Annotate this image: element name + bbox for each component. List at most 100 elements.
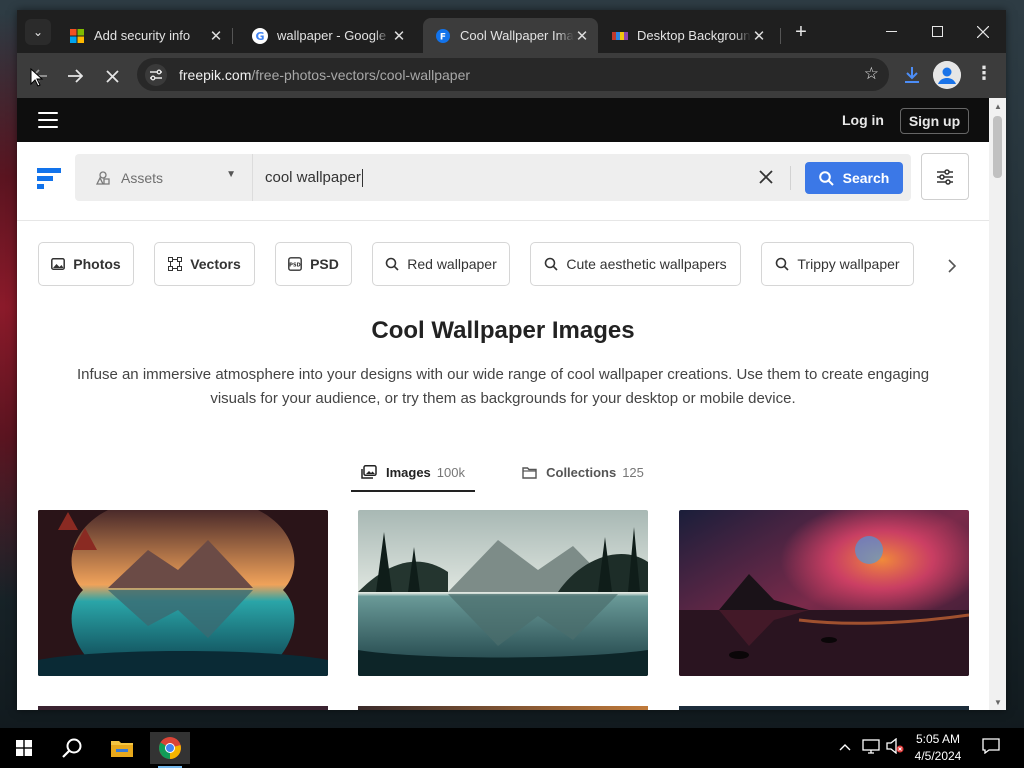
tab-divider — [780, 28, 781, 44]
tab-cool-wallpaper[interactable]: F Cool Wallpaper Images ✕ — [423, 18, 598, 53]
chip-label: Trippy wallpaper — [797, 256, 900, 272]
clear-search-icon[interactable] — [759, 166, 773, 190]
tab-title: Cool Wallpaper Images — [460, 28, 574, 43]
chip-vectors[interactable]: Vectors — [154, 242, 255, 286]
vector-icon — [168, 257, 183, 271]
images-icon — [361, 465, 377, 479]
wallpaper-thumbnail[interactable] — [38, 706, 328, 710]
tab-label: Collections — [546, 464, 617, 480]
close-window-button[interactable] — [960, 10, 1006, 53]
bookmark-star-icon[interactable]: ☆ — [864, 64, 879, 84]
maximize-button[interactable] — [914, 10, 960, 53]
close-tab-icon[interactable]: ✕ — [391, 27, 407, 45]
text-caret — [361, 169, 363, 188]
chip-label: Cute aesthetic wallpapers — [566, 256, 727, 272]
start-windows-icon[interactable] — [4, 732, 44, 764]
page-scrollbar[interactable]: ▲ ▼ — [989, 98, 1006, 710]
volume-muted-icon[interactable] — [886, 737, 904, 757]
chip-label: Red wallpaper — [407, 256, 497, 272]
search-icon — [818, 170, 834, 186]
result-tabs: Images 100k Collections 125 — [17, 453, 989, 493]
tab-title: Desktop Backgrounds — [637, 28, 751, 43]
chrome-taskbar-icon[interactable] — [150, 732, 190, 768]
tab-search-button[interactable]: ⌄ — [25, 19, 51, 45]
close-tab-icon[interactable]: ✕ — [208, 27, 224, 45]
site-info-icon[interactable] — [145, 63, 167, 86]
stop-loading-button[interactable] — [99, 63, 125, 89]
wallpaper-thumbnail[interactable] — [679, 510, 969, 676]
active-tab-underline — [351, 490, 475, 492]
clock-date: 4/5/2024 — [914, 749, 962, 763]
new-tab-button[interactable]: + — [790, 21, 812, 44]
browser-menu-icon[interactable]: ⋮ — [975, 63, 993, 84]
tab-google-search[interactable]: G wallpaper - Google Search ✕ — [240, 18, 415, 53]
search-icon — [775, 257, 789, 271]
chip-trippy-wallpaper[interactable]: Trippy wallpaper — [761, 242, 914, 286]
tab-count: 100k — [436, 464, 465, 480]
chip-psd[interactable]: PSD PSD — [275, 242, 352, 286]
forward-button[interactable] — [62, 63, 88, 89]
search-query-text: cool wallpaper — [265, 169, 361, 186]
search-divider — [790, 166, 791, 190]
wallpaper-thumbnail[interactable] — [358, 510, 648, 676]
system-clock[interactable]: 5:05 AM 4/5/2024 — [906, 731, 970, 765]
search-button-label: Search — [842, 170, 890, 186]
taskbar-search-icon[interactable] — [52, 732, 92, 764]
scroll-down-icon[interactable]: ▼ — [994, 698, 1002, 707]
google-icon: G — [252, 27, 268, 44]
wallpaper-thumbnail[interactable] — [358, 706, 648, 710]
web-page: Log in Sign up Assets ▼ cool wallpaper S… — [17, 98, 989, 710]
search-button[interactable]: Search — [805, 162, 903, 194]
svg-text:F: F — [440, 32, 446, 42]
close-tab-icon[interactable]: ✕ — [751, 27, 767, 45]
signup-button[interactable]: Sign up — [900, 108, 969, 134]
tab-strip: ⌄ Add security info ✕ G wallpaper - Goog… — [17, 10, 1006, 53]
chip-label: PSD — [310, 256, 339, 272]
tab-title: Add security info — [94, 28, 191, 43]
wallpaper-thumbnail[interactable] — [38, 510, 328, 676]
asset-type-label: Assets — [121, 169, 164, 186]
search-input[interactable]: cool wallpaper — [265, 169, 363, 188]
show-hidden-icons-chevron[interactable] — [839, 738, 851, 754]
svg-text:G: G — [255, 30, 264, 43]
minimize-button[interactable] — [868, 10, 914, 53]
tab-collections[interactable]: Collections 125 — [513, 453, 653, 491]
search-icon — [544, 257, 558, 271]
freepik-logo-icon[interactable] — [37, 166, 61, 190]
wallpaper-thumbnail[interactable] — [679, 706, 969, 710]
search-row: Assets ▼ cool wallpaper Search — [17, 142, 989, 221]
login-link[interactable]: Log in — [842, 112, 884, 128]
chevron-down-icon: ▼ — [226, 169, 236, 180]
tab-desktop-backgrounds[interactable]: Desktop Backgrounds ✕ — [600, 18, 775, 53]
filters-button[interactable] — [921, 153, 969, 200]
notifications-icon[interactable] — [982, 738, 1000, 757]
tab-add-security-info[interactable]: Add security info ✕ — [57, 18, 232, 53]
address-bar[interactable]: freepik.com/free-photos-vectors/cool-wal… — [137, 58, 889, 91]
network-icon[interactable] — [862, 738, 880, 757]
browser-toolbar: freepik.com/free-photos-vectors/cool-wal… — [17, 53, 1006, 98]
tab-images[interactable]: Images 100k — [351, 453, 475, 491]
chip-photos[interactable]: Photos — [38, 242, 134, 286]
microsoft-icon — [69, 28, 85, 44]
chip-label: Vectors — [190, 256, 241, 272]
download-icon[interactable] — [901, 63, 923, 87]
scrollbar-thumb[interactable] — [993, 116, 1002, 178]
close-tab-icon[interactable]: ✕ — [574, 27, 590, 45]
assets-icon — [95, 170, 111, 186]
url-host: freepik.com — [179, 66, 252, 83]
profile-avatar-icon[interactable] — [933, 61, 961, 89]
freepik-icon: F — [435, 28, 451, 44]
asset-type-dropdown[interactable]: Assets ▼ — [75, 154, 253, 201]
tab-count: 125 — [622, 464, 644, 480]
mouse-cursor-icon — [30, 68, 44, 87]
image-icon — [51, 258, 66, 270]
chevron-right-icon[interactable] — [947, 257, 957, 278]
browser-window: ⌄ Add security info ✕ G wallpaper - Goog… — [17, 10, 1006, 710]
chip-red-wallpaper[interactable]: Red wallpaper — [372, 242, 510, 286]
file-explorer-icon[interactable] — [102, 732, 142, 764]
scroll-up-icon[interactable]: ▲ — [994, 102, 1002, 111]
hamburger-menu-icon[interactable] — [38, 112, 58, 128]
page-description: Infuse an immersive atmosphere into your… — [76, 366, 930, 407]
chip-cute-aesthetic-wallpapers[interactable]: Cute aesthetic wallpapers — [530, 242, 741, 286]
search-bar: Assets ▼ cool wallpaper Search — [75, 154, 911, 201]
